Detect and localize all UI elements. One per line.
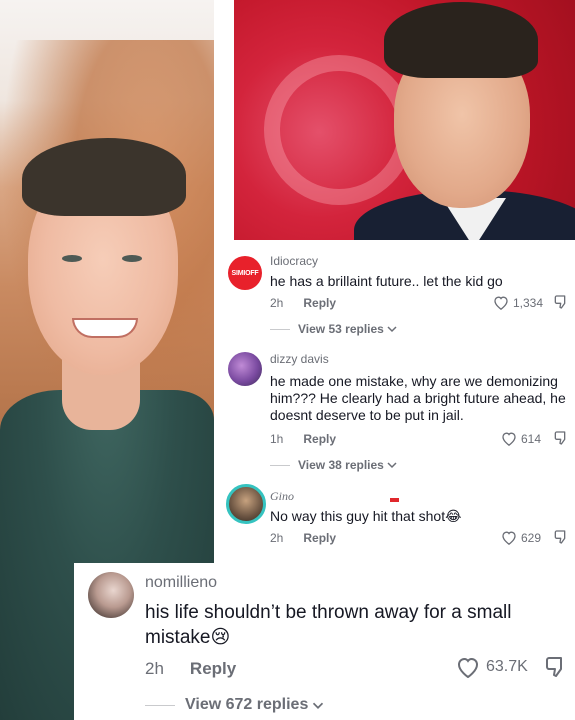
like-count: 1,334 [513, 295, 544, 310]
reply-button[interactable]: Reply [190, 659, 236, 679]
username[interactable]: Idiocracy [270, 254, 318, 268]
dislike-icon[interactable] [554, 294, 570, 310]
avatar[interactable] [88, 572, 134, 618]
like-button[interactable]: 63.7K [456, 656, 528, 678]
timestamp: 2h [270, 296, 284, 310]
laughing-emoji: 😂 [445, 509, 462, 525]
chevron-down-icon [387, 326, 397, 333]
timestamp: 2h [270, 531, 284, 545]
heart-outline-icon [502, 531, 516, 545]
like-button[interactable]: 614 [501, 431, 541, 446]
dislike-icon[interactable] [545, 655, 569, 679]
avatar[interactable] [226, 484, 266, 524]
background-ring [264, 55, 414, 205]
comment-meta: 1h Reply [270, 432, 336, 446]
comment-meta: 2h Reply [145, 659, 236, 679]
dislike-icon[interactable] [554, 529, 570, 545]
username[interactable]: dizzy davis [270, 352, 329, 366]
hair [384, 2, 538, 78]
view-replies-button[interactable]: View 53 replies [270, 322, 397, 336]
heart-outline-icon [494, 296, 508, 310]
chevron-down-icon [313, 702, 324, 709]
timestamp: 2h [145, 659, 164, 678]
chevron-down-icon [387, 462, 397, 469]
username[interactable]: Gino [270, 489, 294, 504]
avatar[interactable]: SIMIOFF [228, 256, 262, 290]
view-replies-label: View 53 replies [298, 322, 384, 336]
hair [22, 138, 186, 216]
like-count: 614 [521, 431, 542, 446]
dislike-icon[interactable] [554, 430, 570, 446]
timestamp: 1h [270, 432, 284, 446]
crying-emoji: 😢 [210, 626, 231, 648]
comment-text-block: his life shouldn’t be thrown away for a … [145, 600, 555, 650]
heart-outline-icon [502, 432, 516, 446]
comment-text: No way this guy hit that shot [270, 508, 446, 524]
view-replies-button[interactable]: View 38 replies [270, 458, 397, 472]
reply-button[interactable]: Reply [303, 432, 336, 446]
reply-button[interactable]: Reply [303, 296, 336, 310]
speaker-photo [234, 0, 575, 240]
avatar-label: SIMIOFF [231, 269, 259, 277]
avatar[interactable] [228, 352, 262, 386]
comment-text: his life shouldn’t be thrown away for a … [145, 602, 512, 648]
smile [72, 318, 138, 338]
divider-line [270, 464, 290, 466]
comment-text: he made one mistake, why are we demonizi… [270, 373, 566, 423]
view-replies-button[interactable]: View 672 replies [145, 696, 324, 714]
left-eye [62, 255, 82, 262]
divider-line [270, 328, 290, 330]
divider-line [145, 704, 175, 706]
reply-button[interactable]: Reply [303, 531, 336, 545]
comment-text: he has a brillaint future.. let the kid … [270, 273, 503, 289]
comment-text-row: No way this guy hit that shot😂 [270, 508, 461, 525]
view-replies-label: View 38 replies [298, 458, 384, 472]
right-eye [122, 255, 142, 262]
comment-meta: 2h Reply [270, 531, 336, 545]
like-count: 629 [521, 530, 542, 545]
comment-meta: 2h Reply [270, 296, 336, 310]
view-replies-label: View 672 replies [185, 696, 309, 713]
heart-outline-icon [457, 657, 479, 678]
like-button[interactable]: 629 [501, 530, 541, 545]
username[interactable]: nomillieno [145, 574, 217, 592]
like-count: 63.7K [486, 658, 528, 675]
red-dash-mark [390, 498, 399, 502]
like-button[interactable]: 1,334 [493, 295, 543, 310]
